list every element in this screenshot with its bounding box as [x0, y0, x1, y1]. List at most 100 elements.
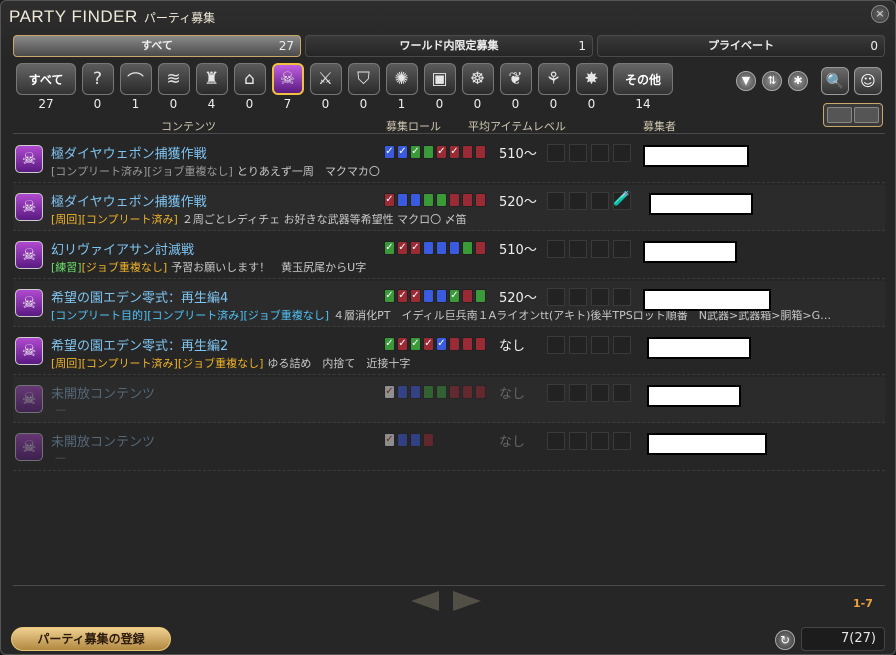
- status-box: [613, 288, 631, 306]
- role-slot: [423, 385, 434, 399]
- category-button[interactable]: ♜ 4: [194, 63, 229, 111]
- role-slot: ✓: [384, 289, 395, 303]
- category-count: 1: [131, 97, 140, 111]
- status-box: [591, 240, 609, 258]
- compact-view-icon[interactable]: [854, 107, 879, 123]
- status-box: [569, 144, 587, 162]
- category-button[interactable]: ✸ 0: [574, 63, 609, 111]
- category-button[interactable]: ≋ 0: [156, 63, 191, 111]
- role-slot: [462, 289, 473, 303]
- status-box: [547, 432, 565, 450]
- role-slot: [423, 241, 434, 255]
- category-button[interactable]: ☠ 7: [270, 63, 305, 111]
- status-box: [591, 288, 609, 306]
- filter-icon[interactable]: ▼: [736, 71, 756, 91]
- trial-demon-icon: ☠: [271, 63, 304, 95]
- category-button[interactable]: ▣ 0: [422, 63, 457, 111]
- listing-comment: とりあえず一周 マクマカ〇: [236, 165, 380, 178]
- role-slot: [449, 385, 460, 399]
- role-slot: ✓: [449, 145, 460, 159]
- listing-row[interactable]: ☠ 未開放コンテンツ — ✓ なし: [13, 425, 885, 471]
- role-slot: ✓: [384, 337, 395, 351]
- raid-mask-icon: ♜: [195, 63, 228, 95]
- trial-demon-icon: ☠: [15, 193, 43, 221]
- listing-row[interactable]: ☠ 極ダイヤウェポン捕獲作戦 [コンプリート済み][ジョブ重複なし] とりあえず一周 …: [13, 137, 885, 183]
- refresh-icon[interactable]: ↻: [775, 630, 795, 650]
- status-boxes: [547, 336, 631, 354]
- role-slot: [410, 193, 421, 207]
- role-slot: [423, 193, 434, 207]
- category-other-label: その他: [613, 63, 673, 95]
- category-button[interactable]: ⌒ 1: [118, 63, 153, 111]
- trial-demon-icon: ☠: [15, 385, 43, 413]
- listing-tag: [コンプリート済み][ジョブ重複なし]: [51, 165, 233, 178]
- category-button[interactable]: ✺ 1: [384, 63, 419, 111]
- category-all-button[interactable]: すべて 27: [15, 63, 77, 111]
- list-view-icon[interactable]: [827, 107, 852, 123]
- status-box: [591, 336, 609, 354]
- category-button[interactable]: ⚘ 0: [536, 63, 571, 111]
- register-listing-button[interactable]: パーティ募集の登録: [11, 627, 171, 651]
- column-recruiter[interactable]: 募集者: [643, 118, 676, 134]
- orb-icon: ✺: [385, 63, 418, 95]
- party-member-icon[interactable]: ☺: [854, 67, 882, 95]
- listing-comment: —: [55, 451, 66, 464]
- view-toggle[interactable]: [823, 103, 883, 127]
- category-button[interactable]: ❦ 0: [498, 63, 533, 111]
- pager: [411, 591, 481, 611]
- category-count: 0: [473, 97, 482, 111]
- role-slot: ✓: [397, 145, 408, 159]
- category-filter-row: すべて 27 ? 0 ⌒ 1 ≋ 0 ♜ 4 ⌂ 0 ☠ 7 ⚔ 0 ⛉ 0 ✺ 1 ▣ 0 ☸ 0 ❦ 0 ⚘ 0 ✸ 0 その他 14: [15, 63, 674, 111]
- status-box: [569, 240, 587, 258]
- status-box: [547, 336, 565, 354]
- role-slots: ✓: [384, 385, 486, 399]
- listing-row[interactable]: ☠ 希望の園エデン零式：再生編4 [コンプリート目的][コンプリート済み][ジョブ重…: [13, 281, 885, 327]
- tab-private[interactable]: プライベート 0: [597, 35, 885, 57]
- listing-row[interactable]: ☠ 未開放コンテンツ — ✓ なし: [13, 377, 885, 423]
- category-button[interactable]: ☸ 0: [460, 63, 495, 111]
- prev-page-icon[interactable]: [411, 591, 439, 611]
- category-button[interactable]: ? 0: [80, 63, 115, 111]
- role-slot: ✓: [384, 433, 395, 447]
- listing-row[interactable]: ☠ 幻リヴァイアサン討滅戦 [練習][ジョブ重複なし] 予習お願いします！ 黄玉尻尾か…: [13, 233, 885, 279]
- role-slot: [397, 193, 408, 207]
- tab-all[interactable]: すべて 27: [13, 35, 301, 57]
- window-title: PARTY FINDER: [9, 7, 138, 26]
- category-count: 0: [511, 97, 520, 111]
- role-slot: [462, 193, 473, 207]
- category-button[interactable]: ⛉ 0: [346, 63, 381, 111]
- category-count: 0: [93, 97, 102, 111]
- column-ilvl[interactable]: 平均アイテムレベル: [468, 118, 566, 134]
- pvp-shield-icon: ⛉: [347, 63, 380, 95]
- role-slot: ✓: [436, 337, 447, 351]
- category-count: 1: [397, 97, 406, 111]
- close-icon[interactable]: ×: [871, 5, 889, 23]
- role-slot: [475, 193, 486, 207]
- column-roles[interactable]: 募集ロール: [386, 118, 441, 134]
- listing-row[interactable]: ☠ 極ダイヤウェポン捕獲作戦 [周回][コンプリート済み] ２周ごとレディチェ お好き…: [13, 185, 885, 231]
- hunt-icon: ✸: [575, 63, 608, 95]
- tab-count: 1: [578, 39, 586, 53]
- search-icon[interactable]: 🔍: [821, 67, 849, 95]
- scroll-icon: ≋: [157, 63, 190, 95]
- status-box: [591, 192, 609, 210]
- settings-icon[interactable]: ✱: [788, 71, 808, 91]
- sort-icon[interactable]: ⇅: [762, 71, 782, 91]
- status-box: [569, 192, 587, 210]
- tab-world-only[interactable]: ワールド内限定募集 1: [305, 35, 593, 57]
- category-button[interactable]: ⚔ 0: [308, 63, 343, 111]
- listing-tag: [ジョブ重複なし]: [81, 261, 168, 274]
- window-subtitle: パーティ募集: [143, 11, 216, 25]
- category-button[interactable]: ⌂ 0: [232, 63, 267, 111]
- list-divider: [13, 133, 885, 134]
- category-all-label: すべて: [16, 63, 76, 95]
- listing-tag: [コンプリート目的][コンプリート済み][ジョブ重複なし]: [51, 309, 330, 322]
- duty-name: 希望の園エデン零式：再生編4: [51, 291, 229, 306]
- next-page-icon[interactable]: [453, 591, 481, 611]
- category-other-button[interactable]: その他 14: [612, 63, 674, 111]
- status-box: [613, 336, 631, 354]
- role-slot: ✓: [397, 241, 408, 255]
- column-content[interactable]: コンテンツ: [161, 118, 216, 134]
- listing-row[interactable]: ☠ 希望の園エデン零式：再生編2 [周回][コンプリート済み][ジョブ重複なし] ゆる…: [13, 329, 885, 375]
- status-box: [569, 432, 587, 450]
